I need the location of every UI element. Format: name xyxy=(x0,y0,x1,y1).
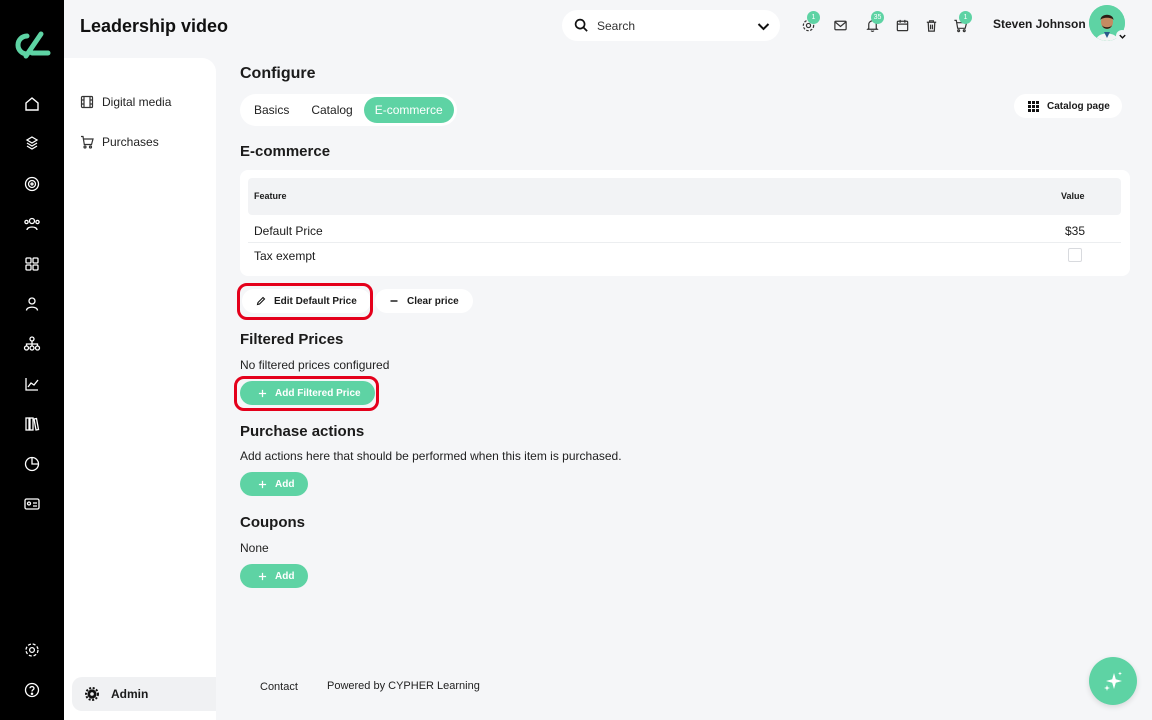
sparkle-icon xyxy=(1104,671,1122,691)
settings-icon[interactable] xyxy=(20,638,44,662)
people-icon[interactable] xyxy=(20,212,44,236)
chevron-down-icon[interactable] xyxy=(1116,30,1128,42)
add-purchase-action-button[interactable]: Add xyxy=(240,472,309,496)
tab-bar: Basics Catalog E-commerce xyxy=(240,94,457,126)
add-coupon-button[interactable]: Add xyxy=(240,564,309,588)
sidebar-item-label: Digital media xyxy=(102,95,172,109)
calendar-icon[interactable] xyxy=(892,15,912,35)
trash-icon[interactable] xyxy=(921,15,941,35)
add-filtered-price-label: Add Filtered Price xyxy=(275,387,361,399)
tab-catalog[interactable]: Catalog xyxy=(300,97,363,123)
plus-icon xyxy=(258,480,267,488)
notification-badge: 1 xyxy=(959,11,972,24)
gear-icon[interactable]: 1 xyxy=(798,11,820,35)
add-label: Add xyxy=(275,478,295,490)
ecommerce-table: Feature Value Default Price $35 Tax exem… xyxy=(240,170,1130,276)
minus-icon xyxy=(390,300,398,302)
person-icon[interactable] xyxy=(20,292,44,316)
plus-icon xyxy=(258,572,267,580)
purchase-actions-description: Add actions here that should be performe… xyxy=(240,449,622,463)
clear-price-button[interactable]: Clear price xyxy=(375,289,473,313)
home-icon[interactable] xyxy=(20,92,44,116)
sidebar-item-purchases[interactable]: Purchases xyxy=(80,135,159,149)
id-card-icon[interactable] xyxy=(20,492,44,516)
admin-button[interactable]: Admin xyxy=(72,677,216,711)
sidebar-item-digital-media[interactable]: Digital media xyxy=(80,95,171,109)
target-icon[interactable] xyxy=(20,172,44,196)
feature-cell: Tax exempt xyxy=(254,249,316,263)
table-row: Tax exempt xyxy=(248,243,1121,268)
section-sidebar: Digital media Purchases Admin xyxy=(64,58,216,720)
notification-badge: 35 xyxy=(871,11,884,24)
add-label: Add xyxy=(275,570,295,582)
pie-chart-icon[interactable] xyxy=(20,452,44,476)
page-title: Leadership video xyxy=(80,16,229,36)
cart-icon[interactable]: 1 xyxy=(950,11,972,35)
tab-e-commerce[interactable]: E-commerce xyxy=(363,97,454,123)
table-header: Feature Value xyxy=(248,178,1121,215)
search-input[interactable] xyxy=(597,18,737,33)
edit-default-price-button[interactable]: Edit Default Price xyxy=(242,289,371,313)
plus-icon xyxy=(258,389,267,397)
purchase-actions-heading: Purchase actions xyxy=(240,423,365,440)
admin-label: Admin xyxy=(111,687,149,701)
catalog-page-button[interactable]: Catalog page xyxy=(1014,94,1122,118)
coupons-heading: Coupons xyxy=(240,514,305,531)
column-header-value: Value xyxy=(1061,191,1085,201)
grid-icon xyxy=(1028,100,1039,112)
contact-link[interactable]: Contact xyxy=(260,681,298,693)
main-content: Configure Basics Catalog E-commerce Cata… xyxy=(216,52,1152,720)
gear-icon xyxy=(85,687,99,701)
mail-icon[interactable] xyxy=(830,15,850,35)
cart-icon xyxy=(81,135,94,149)
edit-default-price-label: Edit Default Price xyxy=(274,295,357,307)
cypher-logo[interactable] xyxy=(10,30,54,60)
clear-price-label: Clear price xyxy=(407,295,459,307)
catalog-page-label: Catalog page xyxy=(1047,100,1110,112)
tax-exempt-checkbox xyxy=(1068,248,1082,262)
org-chart-icon[interactable] xyxy=(20,332,44,356)
library-icon[interactable] xyxy=(20,412,44,436)
apps-grid-icon[interactable] xyxy=(20,252,44,276)
notification-badge: 1 xyxy=(807,11,820,24)
coupons-value: None xyxy=(240,541,269,555)
film-icon xyxy=(80,95,94,109)
column-header-feature: Feature xyxy=(254,191,287,201)
sidebar-item-label: Purchases xyxy=(102,135,159,149)
filtered-prices-heading: Filtered Prices xyxy=(240,331,344,348)
courses-icon[interactable] xyxy=(20,132,44,156)
filtered-prices-empty-text: No filtered prices configured xyxy=(240,358,390,372)
bell-icon[interactable]: 35 xyxy=(862,11,884,35)
search-box[interactable] xyxy=(562,10,780,41)
add-filtered-price-button[interactable]: Add Filtered Price xyxy=(240,381,375,405)
table-row: Default Price $35 xyxy=(248,218,1121,243)
user-name[interactable]: Steven Johnson xyxy=(993,17,1086,31)
chevron-down-icon[interactable] xyxy=(754,17,772,35)
left-rail xyxy=(0,0,64,720)
tab-basics[interactable]: Basics xyxy=(243,97,300,123)
search-icon xyxy=(574,18,588,32)
feature-cell: Default Price xyxy=(254,224,323,238)
value-cell: $35 xyxy=(1065,224,1086,238)
top-header: Leadership video 1 35 1 Steven Johnson xyxy=(64,0,1152,52)
powered-by-text: Powered by CYPHER Learning xyxy=(327,680,480,692)
pencil-icon xyxy=(256,296,266,306)
analytics-icon[interactable] xyxy=(20,372,44,396)
configure-heading: Configure xyxy=(240,65,316,82)
ai-assistant-button[interactable] xyxy=(1089,657,1137,705)
ecommerce-heading: E-commerce xyxy=(240,143,331,160)
help-icon[interactable] xyxy=(20,678,44,702)
